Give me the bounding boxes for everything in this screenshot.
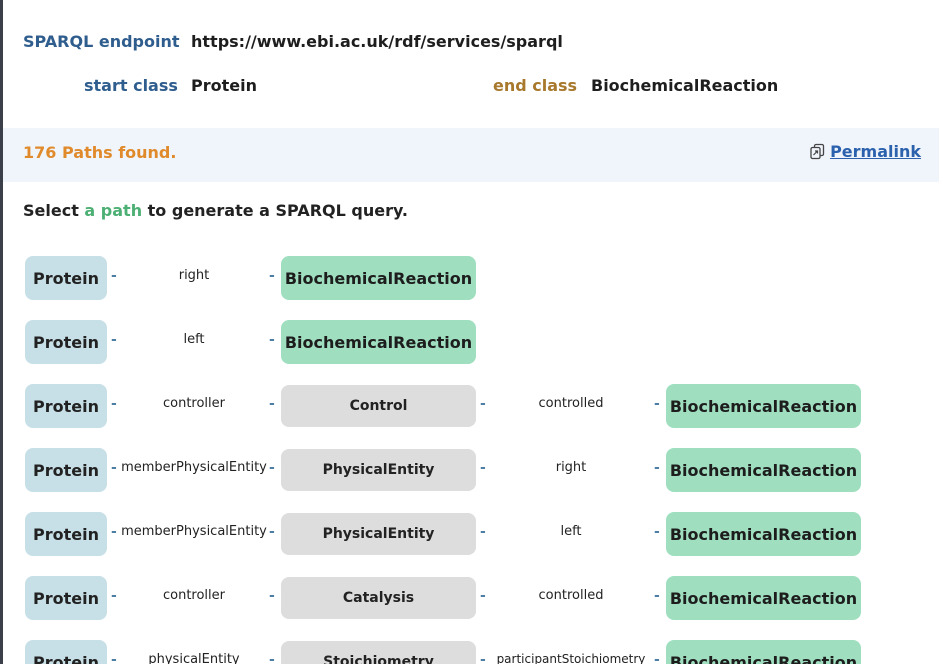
connector-dash: - bbox=[480, 652, 486, 664]
end-node[interactable]: BiochemicalReaction bbox=[666, 512, 861, 556]
path-row[interactable]: Protein - physicalEntity - Stoichiometry… bbox=[25, 640, 925, 664]
mid-node[interactable]: PhysicalEntity bbox=[281, 449, 476, 491]
start-node[interactable]: Protein bbox=[25, 448, 107, 492]
connector-dash: - bbox=[111, 524, 117, 540]
start-class-value[interactable]: Protein bbox=[191, 76, 257, 95]
hint-after: to generate a SPARQL query. bbox=[142, 201, 409, 220]
path-row[interactable]: Protein - controller - Control - control… bbox=[25, 384, 925, 428]
edge-label[interactable]: memberPhysicalEntity bbox=[119, 524, 269, 539]
endpoint-label: SPARQL endpoint bbox=[23, 31, 180, 51]
results-bar: 176 Paths found. Permalink bbox=[3, 128, 939, 182]
path-row[interactable]: Protein - controller - Catalysis - contr… bbox=[25, 576, 925, 620]
edge-label[interactable]: right bbox=[119, 268, 269, 283]
connector-dash: - bbox=[480, 588, 486, 604]
edge-label[interactable]: physicalEntity bbox=[119, 652, 269, 664]
hint-highlight: a path bbox=[84, 201, 143, 220]
connector-dash: - bbox=[111, 652, 117, 664]
connector-dash: - bbox=[269, 268, 275, 284]
edge-label[interactable]: right bbox=[489, 460, 653, 475]
paths-found-count: 176 Paths found. bbox=[23, 143, 177, 162]
end-node[interactable]: BiochemicalReaction bbox=[666, 640, 861, 664]
connector-dash: - bbox=[269, 652, 275, 664]
start-node[interactable]: Protein bbox=[25, 256, 107, 300]
connector-dash: - bbox=[269, 524, 275, 540]
permalink[interactable]: Permalink bbox=[809, 142, 921, 161]
edge-label[interactable]: participantStoichiometry bbox=[489, 652, 653, 664]
connector-dash: - bbox=[269, 588, 275, 604]
edge-label[interactable]: controlled bbox=[489, 588, 653, 603]
connector-dash: - bbox=[654, 460, 660, 476]
connector-dash: - bbox=[654, 588, 660, 604]
path-row[interactable]: Protein - memberPhysicalEntity - Physica… bbox=[25, 512, 925, 556]
connector-dash: - bbox=[654, 396, 660, 412]
connector-dash: - bbox=[111, 588, 117, 604]
start-node[interactable]: Protein bbox=[25, 576, 107, 620]
end-node[interactable]: BiochemicalReaction bbox=[281, 256, 476, 300]
endpoint-row: SPARQL endpoint https://www.ebi.ac.uk/rd… bbox=[23, 29, 563, 53]
start-node[interactable]: Protein bbox=[25, 320, 107, 364]
end-node[interactable]: BiochemicalReaction bbox=[666, 384, 861, 428]
connector-dash: - bbox=[111, 268, 117, 284]
start-node[interactable]: Protein bbox=[25, 512, 107, 556]
connector-dash: - bbox=[654, 652, 660, 664]
mid-node[interactable]: Catalysis bbox=[281, 577, 476, 619]
start-class-label: start class bbox=[84, 75, 178, 95]
permalink-link[interactable]: Permalink bbox=[830, 142, 921, 161]
connector-dash: - bbox=[480, 460, 486, 476]
path-row[interactable]: Protein - left - BiochemicalReaction bbox=[25, 320, 925, 364]
left-border bbox=[0, 0, 3, 664]
edge-label[interactable]: controlled bbox=[489, 396, 653, 411]
end-class-value[interactable]: BiochemicalReaction bbox=[591, 76, 778, 95]
class-row: start class Protein end class Biochemica… bbox=[23, 73, 803, 97]
connector-dash: - bbox=[269, 460, 275, 476]
edge-label[interactable]: left bbox=[489, 524, 653, 539]
hint-before: Select bbox=[23, 201, 85, 220]
mid-node[interactable]: Stoichiometry bbox=[281, 641, 476, 664]
end-node[interactable]: BiochemicalReaction bbox=[666, 448, 861, 492]
connector-dash: - bbox=[480, 396, 486, 412]
mid-node[interactable]: PhysicalEntity bbox=[281, 513, 476, 555]
connector-dash: - bbox=[111, 332, 117, 348]
path-row[interactable]: Protein - memberPhysicalEntity - Physica… bbox=[25, 448, 925, 492]
start-node[interactable]: Protein bbox=[25, 384, 107, 428]
connector-dash: - bbox=[269, 396, 275, 412]
instruction-text: Select a path to generate a SPARQL query… bbox=[23, 201, 408, 220]
connector-dash: - bbox=[111, 460, 117, 476]
path-row[interactable]: Protein - right - BiochemicalReaction bbox=[25, 256, 925, 300]
edge-label[interactable]: memberPhysicalEntity bbox=[119, 460, 269, 475]
start-node[interactable]: Protein bbox=[25, 640, 107, 664]
connector-dash: - bbox=[111, 396, 117, 412]
connector-dash: - bbox=[654, 524, 660, 540]
end-class-label: end class bbox=[493, 75, 578, 95]
end-node[interactable]: BiochemicalReaction bbox=[666, 576, 861, 620]
end-node[interactable]: BiochemicalReaction bbox=[281, 320, 476, 364]
endpoint-url[interactable]: https://www.ebi.ac.uk/rdf/services/sparq… bbox=[191, 32, 563, 51]
mid-node[interactable]: Control bbox=[281, 385, 476, 427]
connector-dash: - bbox=[269, 332, 275, 348]
edge-label[interactable]: controller bbox=[119, 396, 269, 411]
connector-dash: - bbox=[480, 524, 486, 540]
copy-icon[interactable] bbox=[809, 143, 826, 160]
edge-label[interactable]: controller bbox=[119, 588, 269, 603]
edge-label[interactable]: left bbox=[119, 332, 269, 347]
